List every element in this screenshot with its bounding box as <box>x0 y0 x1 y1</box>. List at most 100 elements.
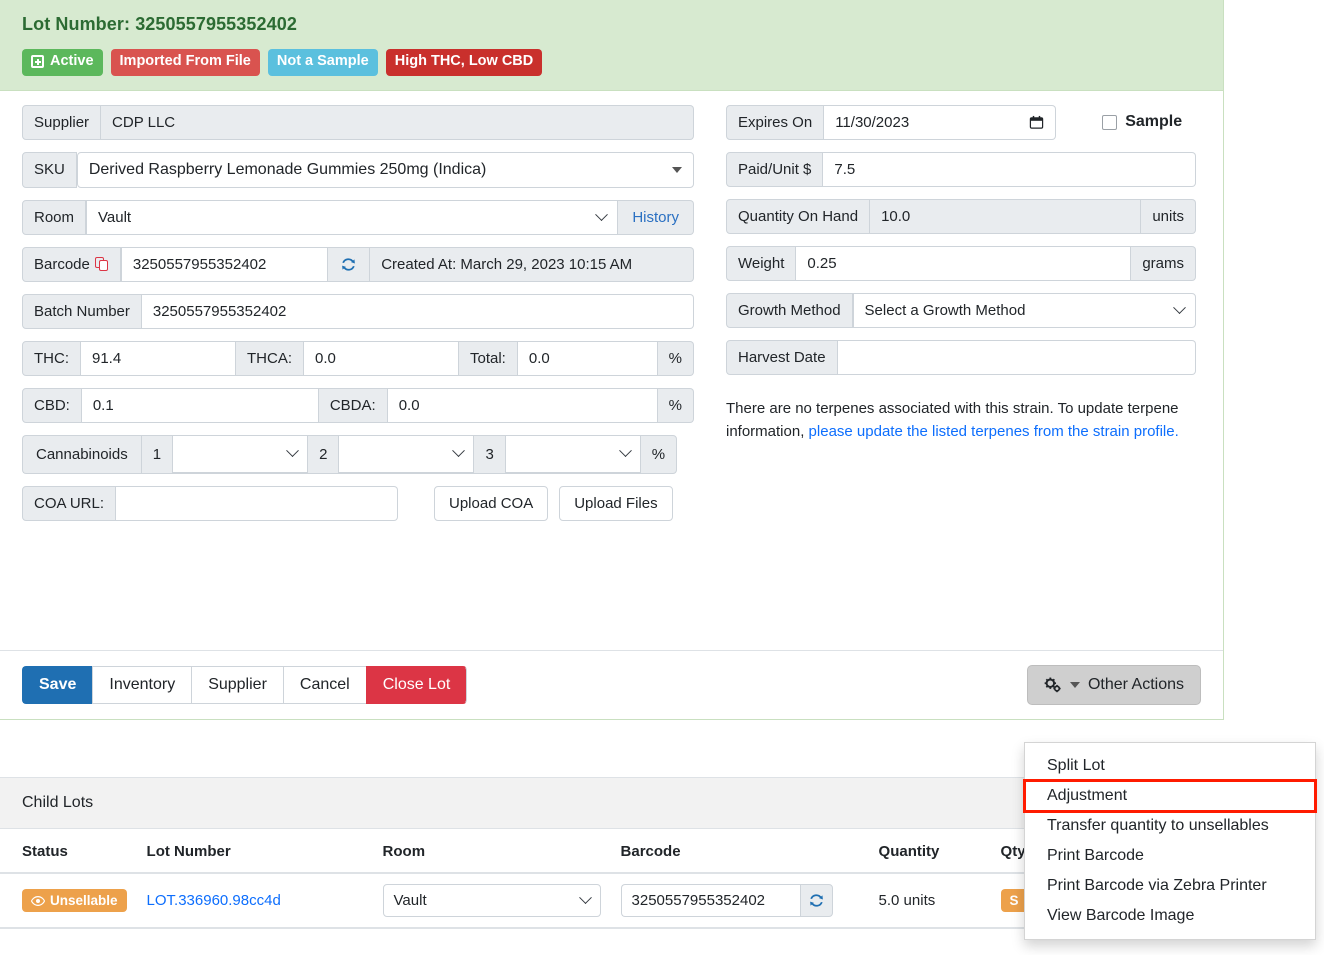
status-badge-imported: Imported From File <box>110 49 260 76</box>
total-label: Total: <box>459 340 518 376</box>
room-select[interactable]: Vault <box>86 199 619 235</box>
chevron-down-icon <box>452 444 466 458</box>
menu-item-print-barcode[interactable]: Print Barcode <box>1025 841 1315 871</box>
cannabinoids-percent-sign: % <box>639 434 678 474</box>
menu-item-split-lot[interactable]: Split Lot <box>1025 751 1315 781</box>
menu-item-transfer-to-unsellables[interactable]: Transfer quantity to unsellables <box>1025 811 1315 841</box>
cbda-input[interactable]: 0.0 <box>387 387 658 423</box>
supplier-row: Supplier CDP LLC <box>22 104 694 140</box>
chevron-down-icon <box>286 444 299 458</box>
growth-method-row: Growth Method Select a Growth Method <box>726 292 1196 328</box>
batch-number-input[interactable]: 3250557955352402 <box>141 293 694 329</box>
room-row: Room Vault History <box>22 199 694 235</box>
menu-item-print-barcode-zebra[interactable]: Print Barcode via Zebra Printer <box>1025 871 1315 901</box>
paid-per-unit-row: Paid/Unit $ 7.5 <box>726 151 1196 187</box>
chevron-down-icon <box>1173 301 1186 314</box>
lot-number-link[interactable]: LOT.336960.98cc4d <box>147 892 281 909</box>
sample-checkbox-group[interactable]: Sample <box>1102 105 1182 140</box>
other-actions-button[interactable]: Other Actions <box>1026 664 1201 705</box>
quantity-on-hand-row: Quantity On Hand 10.0 units <box>726 198 1196 234</box>
status-badge-not-a-sample: Not a Sample <box>267 49 378 76</box>
quantity-on-hand-unit: units <box>1141 198 1196 234</box>
terpene-note: There are no terpenes associated with th… <box>726 397 1196 444</box>
barcode-input-row[interactable]: 3250557955352402 <box>620 884 800 917</box>
sku-label: SKU <box>22 151 77 188</box>
supplier-value: CDP LLC <box>101 104 694 140</box>
status-badge-label: Unsellable <box>50 893 118 908</box>
quantity-on-hand-label: Quantity On Hand <box>726 198 871 234</box>
menu-item-adjustment[interactable]: Adjustment <box>1023 779 1317 813</box>
barcode-refresh-button[interactable] <box>328 246 371 282</box>
upload-files-button[interactable]: Upload Files <box>559 485 673 521</box>
cannabinoid-cell-1 <box>172 434 308 474</box>
total-input[interactable]: 0.0 <box>517 340 658 376</box>
batch-number-row: Batch Number 3250557955352402 <box>22 293 694 329</box>
terpene-profile-link[interactable]: please update the listed terpenes from t… <box>809 423 1179 440</box>
room-select-row-value: Vault <box>393 892 427 909</box>
cannabinoid-select-2[interactable] <box>339 436 474 473</box>
weight-input[interactable]: 0.25 <box>796 245 1132 281</box>
column-header-lot-number: Lot Number <box>136 829 373 874</box>
barcode-label-text: Barcode <box>34 255 90 273</box>
coa-url-input[interactable] <box>116 485 398 521</box>
cannabinoid-select-1[interactable] <box>173 436 308 473</box>
growth-method-select[interactable]: Select a Growth Method <box>852 292 1196 328</box>
column-header-quantity: Quantity <box>868 829 991 874</box>
lot-form-right-column: Expires On 11/30/2023 Sample Paid/Unit $… <box>726 104 1196 521</box>
column-header-room: Room <box>372 829 611 874</box>
cannabinoids-label: Cannabinoids <box>22 434 141 474</box>
harvest-date-input[interactable] <box>837 339 1196 375</box>
sample-checkbox[interactable] <box>1102 114 1118 130</box>
sku-select[interactable]: Derived Raspberry Lemonade Gummies 250mg… <box>76 151 694 188</box>
cannabinoid-index-1: 1 <box>140 434 173 474</box>
refresh-icon <box>342 258 356 271</box>
cancel-button[interactable]: Cancel <box>282 665 366 704</box>
cannabinoids-row: Cannabinoids 1 2 3 % <box>22 434 694 474</box>
lot-detail-page: Lot Number: 3250557955352402 Active Impo… <box>0 0 1324 955</box>
weight-label: Weight <box>726 245 797 281</box>
chevron-down-icon <box>595 208 609 221</box>
sku-select-value: Derived Raspberry Lemonade Gummies 250mg… <box>88 160 487 178</box>
close-lot-button[interactable]: Close Lot <box>365 665 468 704</box>
save-button[interactable]: Save <box>22 665 93 704</box>
status-badge-potency: High THC, Low CBD <box>385 49 543 76</box>
paid-per-unit-input[interactable]: 7.5 <box>823 151 1196 187</box>
history-button[interactable]: History <box>618 199 694 235</box>
expires-on-label: Expires On <box>726 104 825 140</box>
cell-status: Unsellable <box>0 873 137 928</box>
cbd-row: CBD: 0.1 CBDA: 0.0 % <box>22 387 694 423</box>
upload-coa-button[interactable]: Upload COA <box>434 485 549 521</box>
cannabinoid-select-3[interactable] <box>505 436 640 473</box>
inventory-button[interactable]: Inventory <box>92 665 192 704</box>
lot-card-header: Lot Number: 3250557955352402 Active Impo… <box>0 0 1223 90</box>
page-title: Lot Number: 3250557955352402 <box>22 14 297 34</box>
status-badge-active-label: Active <box>50 53 94 69</box>
copy-icon[interactable] <box>94 257 109 272</box>
refresh-icon <box>809 894 823 907</box>
barcode-refresh-button-row[interactable] <box>799 884 833 917</box>
other-actions-label: Other Actions <box>1087 675 1184 693</box>
column-header-barcode: Barcode <box>610 829 869 874</box>
cbd-input[interactable]: 0.1 <box>81 387 319 423</box>
eye-slash-icon <box>31 895 45 906</box>
thc-label: THC: <box>22 340 81 376</box>
cannabinoid-cell-3 <box>504 434 640 474</box>
harvest-date-row: Harvest Date <box>726 339 1196 375</box>
barcode-input[interactable]: 3250557955352402 <box>120 246 329 282</box>
expires-on-value: 11/30/2023 <box>835 113 910 131</box>
room-label: Room <box>22 199 87 235</box>
calendar-icon[interactable] <box>1029 115 1044 130</box>
cell-lot-number: LOT.336960.98cc4d <box>136 873 373 928</box>
room-select-row[interactable]: Vault <box>382 884 601 917</box>
status-badge-group: Active Imported From File Not a Sample H… <box>22 49 1201 76</box>
thc-input[interactable]: 91.4 <box>81 340 236 376</box>
harvest-date-label: Harvest Date <box>726 339 838 375</box>
thca-input[interactable]: 0.0 <box>304 340 459 376</box>
thc-percent-sign: % <box>657 340 694 376</box>
supplier-label: Supplier <box>22 104 102 140</box>
cbd-percent-sign: % <box>657 387 694 423</box>
supplier-button[interactable]: Supplier <box>191 665 283 704</box>
expires-on-date-input[interactable]: 11/30/2023 <box>824 104 1057 140</box>
menu-item-view-barcode-image[interactable]: View Barcode Image <box>1025 901 1315 931</box>
chevron-down-icon <box>578 891 592 905</box>
